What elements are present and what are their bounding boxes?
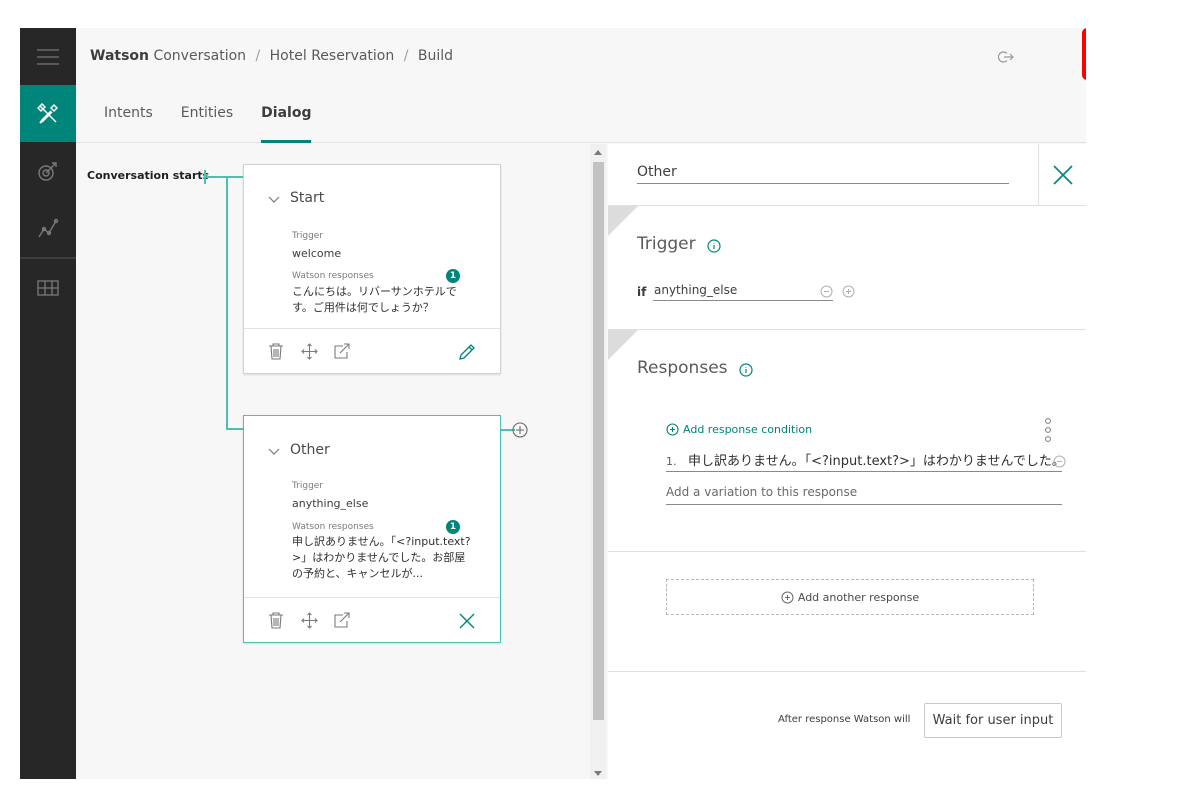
response-text: 申し訳ありません。「<?input.text?>」はわかりませんでした。 <box>688 454 1062 469</box>
trigger-title: Trigger <box>637 234 696 254</box>
tab-dialog[interactable]: Dialog <box>261 105 312 143</box>
tools-icon <box>37 102 59 124</box>
rail-improve-button[interactable] <box>20 142 76 199</box>
section-fold <box>608 206 638 236</box>
tab-entities[interactable]: Entities <box>181 105 233 143</box>
tree-connector <box>226 176 228 429</box>
close-icon <box>1052 165 1073 185</box>
node-title: Other <box>290 442 330 458</box>
close-icon[interactable] <box>458 612 476 630</box>
if-label: if <box>637 285 647 299</box>
breadcrumb-page: Build <box>417 48 454 64</box>
node-editor-panel: Other Trigger if anything_else Responses… <box>608 144 1086 779</box>
remove-icon[interactable] <box>820 285 833 298</box>
node-trigger-label: Trigger <box>292 481 324 491</box>
move-icon[interactable] <box>301 612 318 629</box>
node-toolbar <box>244 597 500 643</box>
section-fold <box>608 330 638 360</box>
response-count-badge: 1 <box>446 520 460 534</box>
breadcrumb-separator: / <box>403 48 409 64</box>
add-response-condition-button[interactable]: Add response condition <box>666 423 812 436</box>
conversation-starts-label: Conversation starts <box>87 169 210 182</box>
dialog-node-other[interactable]: Other Trigger anything_else Watson respo… <box>243 415 501 643</box>
close-editor-button[interactable] <box>1038 144 1086 206</box>
after-response-label: After response Watson will <box>778 714 911 725</box>
node-response-line: 申し訳ありません。「<?input.text? <box>292 535 471 548</box>
response-text-input[interactable]: 1. 申し訳ありません。「<?input.text?>」はわかりませんでした。 <box>666 450 1062 472</box>
trigger-section: Trigger if anything_else <box>608 206 1086 330</box>
dialog-node-start[interactable]: Start Trigger welcome Watson responses 1… <box>243 164 501 374</box>
breadcrumb-separator: / <box>255 48 261 64</box>
node-toolbar <box>244 328 500 374</box>
chevron-down-icon[interactable] <box>268 448 280 456</box>
node-responses-label: Watson responses <box>292 271 374 281</box>
edit-icon[interactable] <box>458 343 476 361</box>
add-icon <box>666 423 679 436</box>
node-name-input[interactable]: Other <box>637 164 1009 184</box>
condition-input[interactable]: anything_else <box>653 283 833 301</box>
node-response-line: こんにちは。リバーサンホテルで <box>292 285 457 298</box>
tab-intents[interactable]: Intents <box>104 105 153 143</box>
breadcrumb-brand: Watson <box>90 48 150 64</box>
node-title: Start <box>290 190 325 206</box>
tree-connector <box>204 176 244 178</box>
add-variation-input[interactable]: Add a variation to this response <box>666 485 1062 505</box>
breadcrumb-workspace[interactable]: Hotel Reservation <box>270 48 395 64</box>
responses-section: Responses Add response condition 1. 申し訳あり… <box>608 330 1086 552</box>
target-icon <box>38 161 57 181</box>
rail-dashboard-button[interactable] <box>20 259 76 316</box>
add-response-condition-label: Add response condition <box>683 423 813 436</box>
wait-for-user-input-button[interactable]: Wait for user input <box>924 703 1062 738</box>
rail-analytics-button[interactable] <box>20 199 76 256</box>
trash-icon[interactable] <box>268 343 284 360</box>
rail-build-button[interactable] <box>20 85 76 142</box>
add-response-section <box>608 552 1086 672</box>
responses-title: Responses <box>637 358 728 378</box>
tab-bar: Intents Entities Dialog <box>104 105 339 143</box>
node-response-text: こんにちは。リバーサンホテルで す。ご用件は何でしょうか？ <box>292 284 478 316</box>
info-icon[interactable] <box>707 239 721 253</box>
trash-icon[interactable] <box>268 612 284 629</box>
node-response-text: 申し訳ありません。「<?input.text? >」はわかりませんでした。お部屋… <box>292 534 478 582</box>
response-count-badge: 1 <box>446 269 460 283</box>
scroll-up-arrow[interactable] <box>594 150 602 155</box>
breadcrumb: Watson Conversation / Hotel Reservation … <box>90 48 453 64</box>
node-trigger: welcome <box>292 247 342 260</box>
node-responses-label: Watson responses <box>292 522 374 532</box>
tree-connector <box>226 428 244 430</box>
side-rail <box>20 28 76 779</box>
dialog-tree: Conversation starts Start Trigger welcom… <box>76 144 590 779</box>
node-response-line: す。ご用件は何でしょうか？ <box>292 301 434 314</box>
analytics-icon <box>38 218 59 237</box>
node-name-section: Other <box>608 144 1086 206</box>
add-icon[interactable] <box>842 285 855 298</box>
jump-icon[interactable] <box>334 343 351 359</box>
remove-icon[interactable] <box>1053 455 1066 468</box>
chevron-down-icon[interactable] <box>268 196 280 204</box>
dashboard-icon <box>37 279 59 296</box>
move-icon[interactable] <box>301 343 318 360</box>
menu-icon <box>37 48 59 65</box>
try-it-chat-button[interactable] <box>1082 28 1086 80</box>
jump-icon[interactable] <box>334 612 351 628</box>
node-response-line: の予約と、キャンセルが... <box>292 567 424 580</box>
workspace-app: Watson Conversation / Hotel Reservation … <box>20 28 1086 779</box>
breadcrumb-product[interactable]: Conversation <box>153 48 246 64</box>
node-trigger: anything_else <box>292 497 369 510</box>
kebab-icon[interactable] <box>1044 418 1052 442</box>
scroll-down-arrow[interactable] <box>594 771 602 776</box>
add-child-node-icon[interactable] <box>512 422 528 438</box>
tree-scrollbar[interactable] <box>590 144 606 779</box>
response-number: 1. <box>666 455 677 468</box>
scroll-thumb[interactable] <box>593 162 604 720</box>
node-trigger-label: Trigger <box>292 231 324 241</box>
menu-button[interactable] <box>20 28 76 85</box>
node-response-line: >」はわかりませんでした。お部屋 <box>292 551 466 564</box>
top-header: Watson Conversation / Hotel Reservation … <box>76 28 1086 143</box>
info-icon[interactable] <box>739 363 753 377</box>
logout-icon[interactable] <box>998 50 1014 64</box>
